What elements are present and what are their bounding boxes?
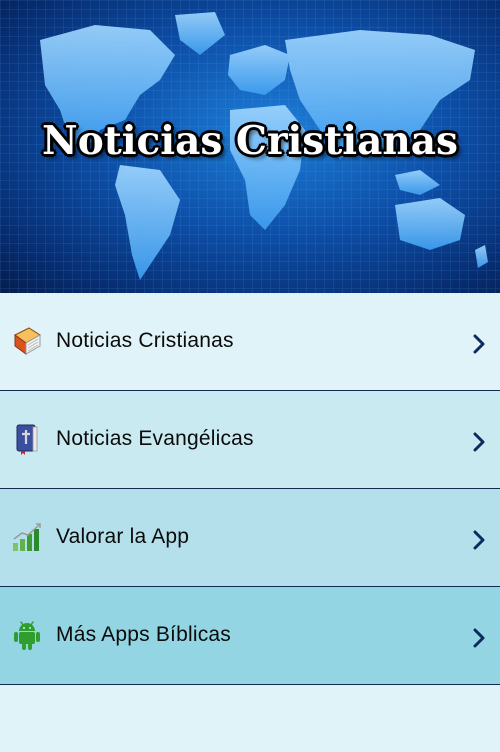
empty-area xyxy=(0,685,500,752)
menu-item-mas-apps-biblicas[interactable]: Más Apps Bíblicas xyxy=(0,587,500,685)
main-menu: Noticias Cristianas Noticias Evangélicas xyxy=(0,293,500,685)
menu-item-label: Más Apps Bíblicas xyxy=(56,623,231,646)
android-icon xyxy=(12,619,42,651)
banner-title: Noticias Cristianas xyxy=(42,118,458,164)
chevron-right-icon xyxy=(472,628,486,648)
menu-item-label: Noticias Cristianas xyxy=(56,329,234,352)
menu-item-label: Noticias Evangélicas xyxy=(56,427,254,450)
chevron-right-icon xyxy=(472,432,486,452)
menu-item-label: Valorar la App xyxy=(56,525,190,548)
menu-item-noticias-evangelicas[interactable]: Noticias Evangélicas xyxy=(0,391,500,489)
book-icon xyxy=(12,325,42,357)
menu-item-valorar-app[interactable]: Valorar la App xyxy=(0,489,500,587)
chevron-right-icon xyxy=(472,334,486,354)
bar-chart-icon xyxy=(12,521,42,553)
menu-item-noticias-cristianas[interactable]: Noticias Cristianas xyxy=(0,293,500,391)
chevron-right-icon xyxy=(472,530,486,550)
bible-icon xyxy=(12,423,42,455)
header-banner: Noticias Cristianas xyxy=(0,0,500,293)
